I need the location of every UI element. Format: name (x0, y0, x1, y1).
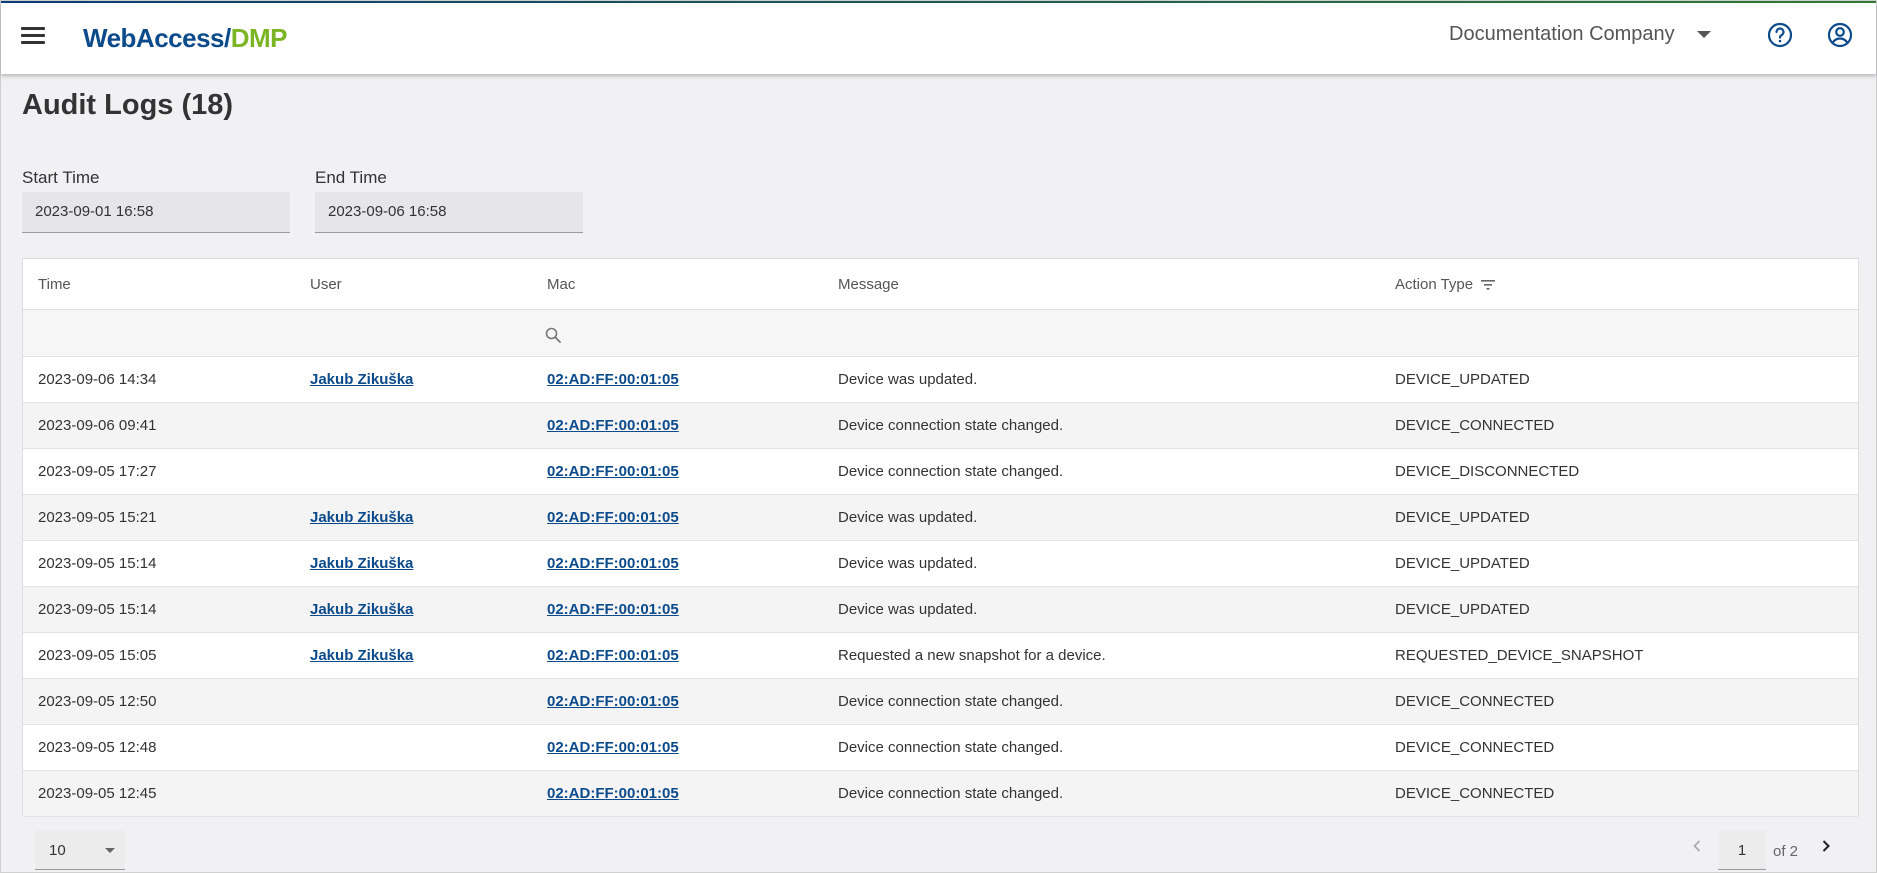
table-row: 2023-09-05 12:50 02:AD:FF:00:01:05 Device … (23, 679, 1858, 725)
start-time-field[interactable]: 2023-09-01 16:58 (22, 192, 290, 233)
cell-user-link[interactable]: Jakub Zikuška (310, 509, 413, 526)
column-header-user[interactable]: User (310, 276, 342, 293)
table-row: 2023-09-06 09:41 02:AD:FF:00:01:05 Device … (23, 403, 1858, 449)
cell-time: 2023-09-05 17:27 (38, 463, 157, 480)
cell-message: Device connection state changed. (838, 463, 1064, 480)
app-header: WebAccess/DMP Documentation Company (1, 3, 1876, 74)
column-header-mac[interactable]: Mac (547, 276, 575, 293)
cell-message: Device connection state changed. (838, 417, 1064, 434)
cell-time: 2023-09-05 15:14 (38, 601, 157, 618)
cell-message: Device connection state changed. (838, 693, 1064, 710)
cell-mac-link[interactable]: 02:AD:FF:00:01:05 (547, 739, 679, 756)
total-pages-label: of 2 (1773, 843, 1799, 860)
page-title: Audit Logs (18) (22, 89, 234, 121)
column-header-message[interactable]: Message (838, 276, 899, 293)
cell-message: Device was updated. (838, 509, 978, 526)
chevron-left-icon[interactable] (1689, 838, 1705, 854)
cell-action-type: DEVICE_DISCONNECTED (1395, 463, 1580, 480)
cell-mac-link[interactable]: 02:AD:FF:00:01:05 (547, 601, 679, 618)
table-row: 2023-09-05 17:27 02:AD:FF:00:01:05 Device … (23, 449, 1858, 495)
cell-action-type: REQUESTED_DEVICE_SNAPSHOT (1395, 647, 1644, 664)
cell-mac-link[interactable]: 02:AD:FF:00:01:05 (547, 555, 679, 572)
cell-time: 2023-09-06 09:41 (38, 417, 157, 434)
cell-mac-link[interactable]: 02:AD:FF:00:01:05 (547, 647, 679, 664)
table-row: 2023-09-05 15:05 Jakub Zikuška 02:AD:FF:00… (23, 633, 1858, 679)
logo-text-accent: DMP (230, 23, 288, 53)
cell-action-type: DEVICE_CONNECTED (1395, 785, 1555, 802)
cell-action-type: DEVICE_CONNECTED (1395, 417, 1555, 434)
table-row: 2023-09-05 15:14 Jakub Zikuška 02:AD:FF:00… (23, 587, 1858, 633)
cell-message: Device connection state changed. (838, 739, 1064, 756)
cell-mac-link[interactable]: 02:AD:FF:00:01:05 (547, 371, 679, 388)
company-name: Documentation Company (1449, 23, 1675, 45)
cell-mac-link[interactable]: 02:AD:FF:00:01:05 (547, 417, 679, 434)
cell-time: 2023-09-05 12:45 (38, 785, 157, 802)
table-row: 2023-09-05 15:14 Jakub Zikuška 02:AD:FF:00… (23, 541, 1858, 587)
search-icon[interactable] (544, 326, 562, 344)
cell-time: 2023-09-05 15:05 (38, 647, 157, 664)
table-row: 2023-09-05 12:48 02:AD:FF:00:01:05 Device … (23, 725, 1858, 771)
cell-mac-link[interactable]: 02:AD:FF:00:01:05 (547, 785, 679, 802)
logo-text-main: WebAccess/ (83, 23, 231, 53)
chevron-down-icon (105, 848, 115, 853)
page-size-value: 10 (49, 842, 66, 859)
cell-user-link[interactable]: Jakub Zikuška (310, 555, 413, 572)
app-logo[interactable]: WebAccess/DMP (83, 23, 288, 54)
cell-action-type: DEVICE_UPDATED (1395, 601, 1530, 618)
chevron-down-icon (1696, 31, 1711, 38)
chevron-right-icon[interactable] (1818, 838, 1834, 854)
cell-time: 2023-09-06 14:34 (38, 371, 157, 388)
current-page-input[interactable]: 1 (1718, 830, 1766, 870)
cell-message: Device was updated. (838, 555, 978, 572)
table-header: Time User Mac Message Action Type (23, 259, 1858, 310)
page-size-select[interactable]: 10 (35, 830, 125, 870)
end-time-field[interactable]: 2023-09-06 16:58 (315, 192, 583, 233)
cell-action-type: DEVICE_UPDATED (1395, 555, 1530, 572)
cell-action-type: DEVICE_UPDATED (1395, 509, 1530, 526)
company-selector[interactable]: Documentation Company (1449, 23, 1711, 46)
table-row: 2023-09-05 15:21 Jakub Zikuška 02:AD:FF:00… (23, 495, 1858, 541)
cell-action-type: DEVICE_CONNECTED (1395, 739, 1555, 756)
cell-message: Device connection state changed. (838, 785, 1064, 802)
start-time-label: Start Time (22, 168, 100, 187)
cell-message: Requested a new snapshot for a device. (838, 647, 1106, 664)
cell-action-type: DEVICE_UPDATED (1395, 371, 1530, 388)
cell-action-type: DEVICE_CONNECTED (1395, 693, 1555, 710)
cell-message: Device was updated. (838, 371, 978, 388)
cell-time: 2023-09-05 15:14 (38, 555, 157, 572)
cell-user-link[interactable]: Jakub Zikuška (310, 601, 413, 618)
column-header-time[interactable]: Time (38, 276, 71, 293)
cell-user-link[interactable]: Jakub Zikuška (310, 371, 413, 388)
column-header-action-type-label: Action Type (1395, 276, 1474, 293)
table-row: 2023-09-05 12:45 02:AD:FF:00:01:05 Device … (23, 771, 1858, 817)
cell-mac-link[interactable]: 02:AD:FF:00:01:05 (547, 463, 679, 480)
cell-message: Device was updated. (838, 601, 978, 618)
table-footer: 10 1 of 2 (22, 816, 1859, 873)
cell-mac-link[interactable]: 02:AD:FF:00:01:05 (547, 693, 679, 710)
menu-icon[interactable] (19, 23, 47, 51)
filter-icon[interactable] (1480, 279, 1496, 291)
cell-user-link[interactable]: Jakub Zikuška (310, 647, 413, 664)
cell-time: 2023-09-05 12:50 (38, 693, 157, 710)
column-header-action-type[interactable]: Action Type (1395, 276, 1496, 293)
cell-time: 2023-09-05 15:21 (38, 509, 157, 526)
end-time-label: End Time (315, 168, 387, 187)
mac-filter-row (23, 310, 1858, 357)
cell-time: 2023-09-05 12:48 (38, 739, 157, 756)
account-circle-icon[interactable] (1826, 21, 1854, 49)
audit-log-table: Time User Mac Message Action Type 2023-0… (22, 258, 1859, 817)
cell-mac-link[interactable]: 02:AD:FF:00:01:05 (547, 509, 679, 526)
table-row: 2023-09-06 14:34 Jakub Zikuška 02:AD:FF:00… (23, 357, 1858, 403)
help-circle-icon[interactable] (1766, 21, 1794, 49)
